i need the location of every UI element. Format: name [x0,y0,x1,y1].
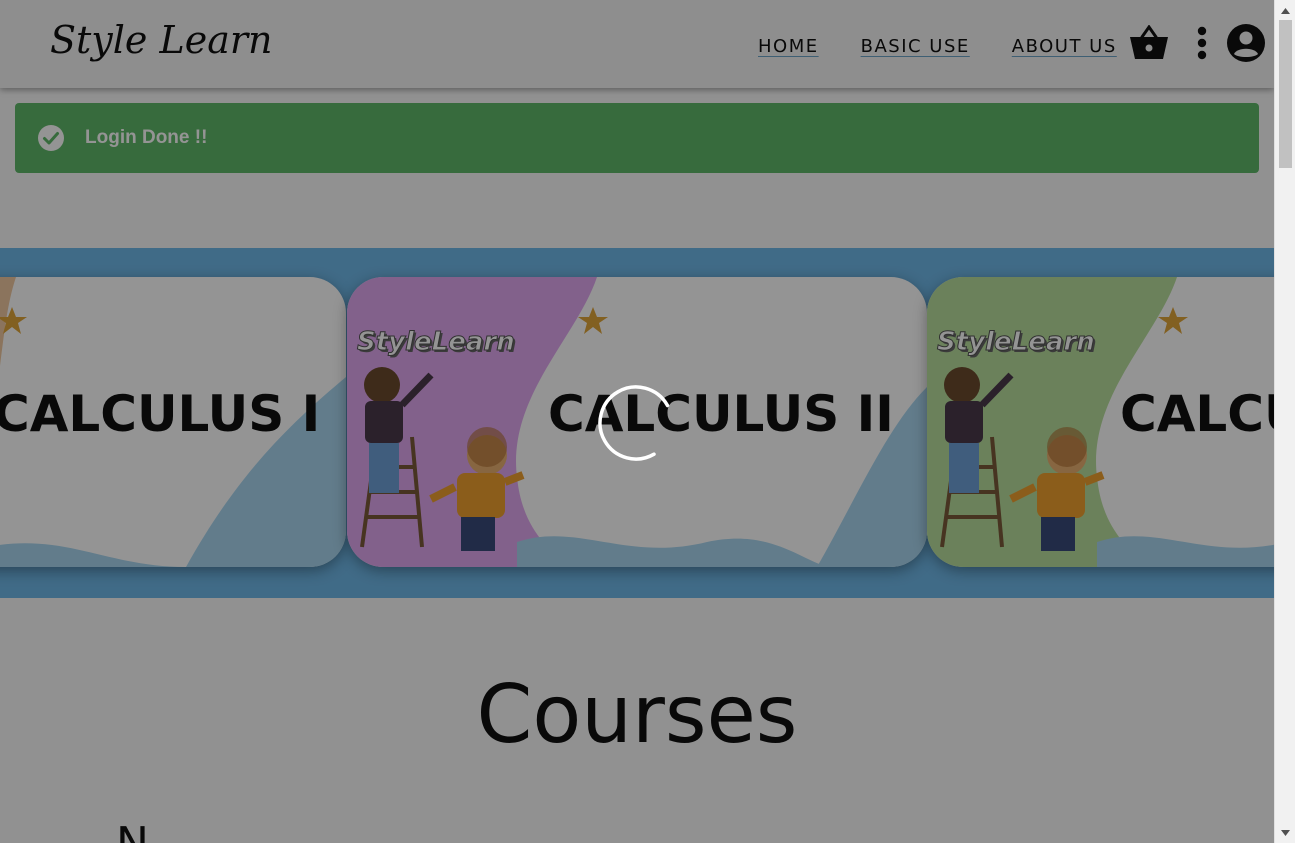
vertical-scrollbar[interactable] [1274,0,1295,843]
scroll-thumb[interactable] [1279,20,1292,168]
scroll-up-arrow-icon[interactable] [1275,2,1295,19]
loading-spinner-icon [598,385,674,461]
loading-overlay [0,0,1274,843]
scroll-down-arrow-icon[interactable] [1275,824,1295,841]
